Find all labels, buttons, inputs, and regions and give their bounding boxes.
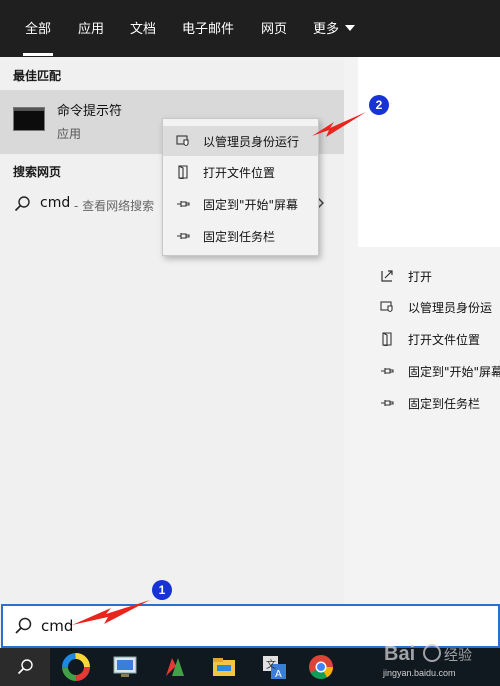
chrome-icon[interactable] xyxy=(306,652,336,682)
pin-icon xyxy=(381,368,394,374)
menu-item-open-location[interactable]: 打开文件位置 xyxy=(163,157,318,187)
annotation-badge-2: 2 xyxy=(369,95,389,115)
preview-action-label: 以管理员身份运 xyxy=(408,301,493,315)
search-icon xyxy=(17,659,33,675)
menu-item-label: 固定到"开始"屏幕 xyxy=(203,198,299,212)
preview-pane: 打开 以管理员身份运 打开文件位置 固定到"开始"屏幕 固定到任务栏 xyxy=(344,57,500,604)
chevron-down-icon xyxy=(345,25,356,31)
watermark-url: jingyan.baidu.com xyxy=(383,668,456,678)
file-explorer-icon[interactable] xyxy=(209,652,239,682)
colorful-circle-app-icon[interactable] xyxy=(61,652,91,682)
pin-icon xyxy=(177,201,190,207)
web-search-description: - 查看网络搜索 xyxy=(74,199,155,213)
preview-header xyxy=(358,57,500,247)
tab-documents[interactable]: 文档 xyxy=(130,18,156,42)
file-location-icon xyxy=(178,165,188,179)
menu-item-run-as-admin[interactable]: 以管理员身份运行 xyxy=(163,126,318,156)
preview-action-label: 固定到"开始"屏幕 xyxy=(408,365,500,379)
svg-text:A: A xyxy=(275,669,282,680)
best-match-heading: 最佳匹配 xyxy=(13,69,62,83)
tab-more[interactable]: 更多 xyxy=(313,18,356,42)
annotation-badge-1: 1 xyxy=(152,580,172,600)
search-filter-bar: 全部 应用 文档 电子邮件 网页 更多 xyxy=(0,0,500,57)
taskbar-search-button[interactable] xyxy=(0,648,50,686)
search-icon xyxy=(15,617,32,634)
web-search-heading: 搜索网页 xyxy=(13,165,62,179)
context-menu: 以管理员身份运行 打开文件位置 固定到"开始"屏幕 固定到任务栏 xyxy=(162,118,319,256)
translate-app-icon[interactable]: 文 A xyxy=(259,652,289,682)
pin-icon xyxy=(177,233,190,239)
shield-run-icon xyxy=(176,135,189,147)
file-location-icon xyxy=(382,332,392,346)
search-icon xyxy=(14,196,30,212)
web-search-query: cmd xyxy=(40,195,71,211)
tab-email[interactable]: 电子邮件 xyxy=(182,18,234,42)
open-icon xyxy=(381,270,393,282)
search-input[interactable] xyxy=(41,614,461,638)
wps-app-icon[interactable] xyxy=(160,652,190,682)
best-match-subtitle: 应用 xyxy=(57,127,82,141)
shield-run-icon xyxy=(380,301,393,313)
command-prompt-icon xyxy=(13,107,45,131)
menu-item-pin-taskbar[interactable]: 固定到任务栏 xyxy=(163,221,318,251)
preview-action-label: 固定到任务栏 xyxy=(408,397,481,411)
menu-item-label: 打开文件位置 xyxy=(203,166,276,180)
tab-apps[interactable]: 应用 xyxy=(78,18,104,42)
tab-all[interactable]: 全部 xyxy=(22,18,54,56)
tab-web[interactable]: 网页 xyxy=(261,18,287,42)
menu-item-pin-start[interactable]: 固定到"开始"屏幕 xyxy=(163,189,318,219)
preview-action-label: 打开 xyxy=(408,270,433,284)
preview-action-label: 打开文件位置 xyxy=(408,333,481,347)
tab-more-label: 更多 xyxy=(313,22,340,37)
menu-item-label: 固定到任务栏 xyxy=(203,230,276,244)
pin-icon xyxy=(381,400,394,406)
remote-desktop-app-icon[interactable] xyxy=(110,652,140,682)
svg-text:经验: 经验 xyxy=(444,648,472,664)
svg-text:Bai: Bai xyxy=(384,643,415,665)
best-match-title: 命令提示符 xyxy=(57,104,123,119)
menu-item-label: 以管理员身份运行 xyxy=(203,135,300,149)
